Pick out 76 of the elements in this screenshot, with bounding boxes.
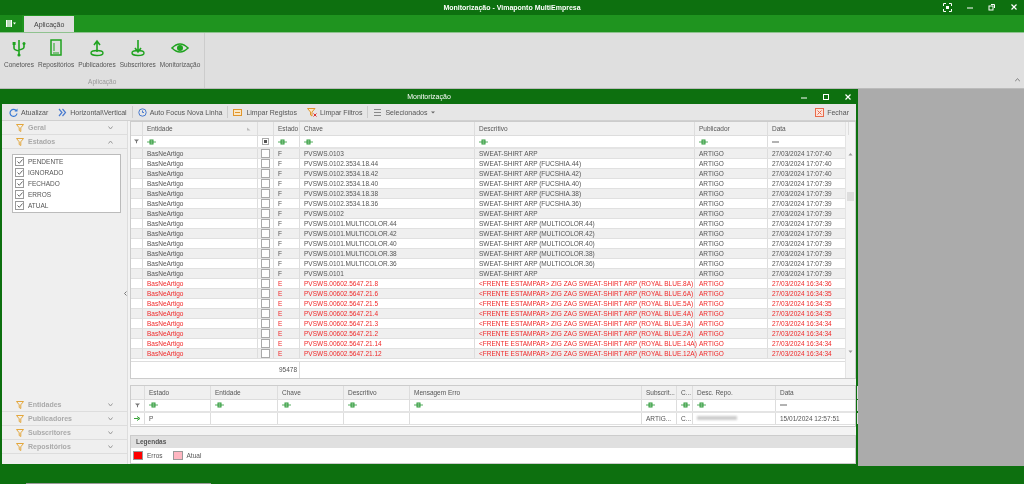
checkbox[interactable]: [15, 157, 24, 166]
chevron-down-icon[interactable]: [108, 125, 113, 130]
scroll-down-icon[interactable]: [848, 349, 853, 354]
scroll-up-icon[interactable]: [848, 152, 853, 156]
date-filter-icon[interactable]: [772, 139, 779, 144]
filter-operator-icon[interactable]: [697, 402, 706, 409]
checkbox[interactable]: [15, 179, 24, 188]
filter-operator-icon[interactable]: [215, 402, 224, 409]
filter-operator-icon[interactable]: [646, 402, 655, 409]
checkbox[interactable]: [15, 168, 24, 177]
filter-operator-icon[interactable]: [479, 138, 488, 145]
chevron-down-icon[interactable]: [108, 444, 113, 449]
filter-operator-icon[interactable]: [278, 138, 287, 145]
close-icon[interactable]: [844, 93, 852, 101]
date-filter-icon[interactable]: [780, 403, 787, 408]
select-all-checkbox-icon[interactable]: [262, 138, 269, 145]
checkbox[interactable]: [261, 179, 270, 188]
app-menu-button[interactable]: [0, 15, 22, 32]
checkbox[interactable]: [261, 229, 270, 238]
checkbox[interactable]: [261, 159, 270, 168]
fullscreen-icon[interactable]: [943, 3, 952, 12]
chevron-down-icon[interactable]: [108, 430, 113, 435]
eraser-icon: [233, 107, 244, 117]
filter-operator-icon[interactable]: [147, 138, 156, 145]
clock-icon: [137, 107, 147, 117]
checkbox[interactable]: [261, 249, 270, 258]
checkbox[interactable]: [261, 329, 270, 338]
usb-icon: [11, 39, 27, 57]
checkbox[interactable]: [261, 219, 270, 228]
scroll-thumb[interactable]: [847, 192, 854, 201]
chevron-up-icon[interactable]: [108, 139, 113, 144]
filter-operator-icon[interactable]: [414, 402, 423, 409]
filter-row-icon: [134, 139, 139, 144]
chevron-down-icon[interactable]: [108, 416, 113, 421]
checkbox[interactable]: [261, 199, 270, 208]
vertical-scrollbar[interactable]: [845, 122, 855, 378]
checkbox[interactable]: [261, 149, 270, 158]
checkbox[interactable]: [261, 269, 270, 278]
checkbox[interactable]: [261, 169, 270, 178]
filter-operator-icon[interactable]: [149, 402, 158, 409]
refresh-icon: [9, 107, 18, 117]
checkbox[interactable]: [261, 209, 270, 218]
filter-row-icon: [135, 402, 140, 408]
upload-icon: [88, 39, 105, 57]
checkbox[interactable]: [261, 299, 270, 308]
filter-clear-icon: [307, 107, 317, 117]
filter-operator-icon[interactable]: [681, 402, 690, 409]
caret-icon: [13, 22, 16, 25]
checkbox[interactable]: [15, 190, 24, 199]
checkbox[interactable]: [261, 349, 270, 358]
checkbox[interactable]: [261, 189, 270, 198]
caret-icon: [431, 110, 436, 114]
filter-operator-icon[interactable]: [348, 402, 357, 409]
checkbox[interactable]: [261, 279, 270, 288]
download-icon: [129, 39, 146, 57]
checkbox[interactable]: [261, 239, 270, 248]
maximize-icon[interactable]: [822, 93, 830, 101]
checkbox[interactable]: [261, 319, 270, 328]
checkbox[interactable]: [261, 309, 270, 318]
chevron-down-icon[interactable]: [108, 402, 113, 407]
checkbox[interactable]: [261, 259, 270, 268]
list-icon: [373, 107, 383, 117]
collapse-ribbon-icon[interactable]: [1015, 78, 1020, 82]
checkbox[interactable]: [261, 339, 270, 348]
chevrons-icon: [58, 107, 68, 117]
filter-operator-icon[interactable]: [699, 138, 708, 145]
restore-icon[interactable]: [988, 3, 996, 11]
checkbox[interactable]: [261, 289, 270, 298]
close-box-icon: [815, 107, 825, 117]
collapse-panel-icon[interactable]: [124, 291, 127, 296]
filter-operator-icon[interactable]: [282, 402, 291, 409]
close-icon[interactable]: [1010, 3, 1018, 11]
book-icon: [48, 39, 65, 57]
checkbox[interactable]: [15, 201, 24, 210]
filter-operator-icon[interactable]: [304, 138, 313, 145]
columns-icon: [6, 20, 12, 27]
